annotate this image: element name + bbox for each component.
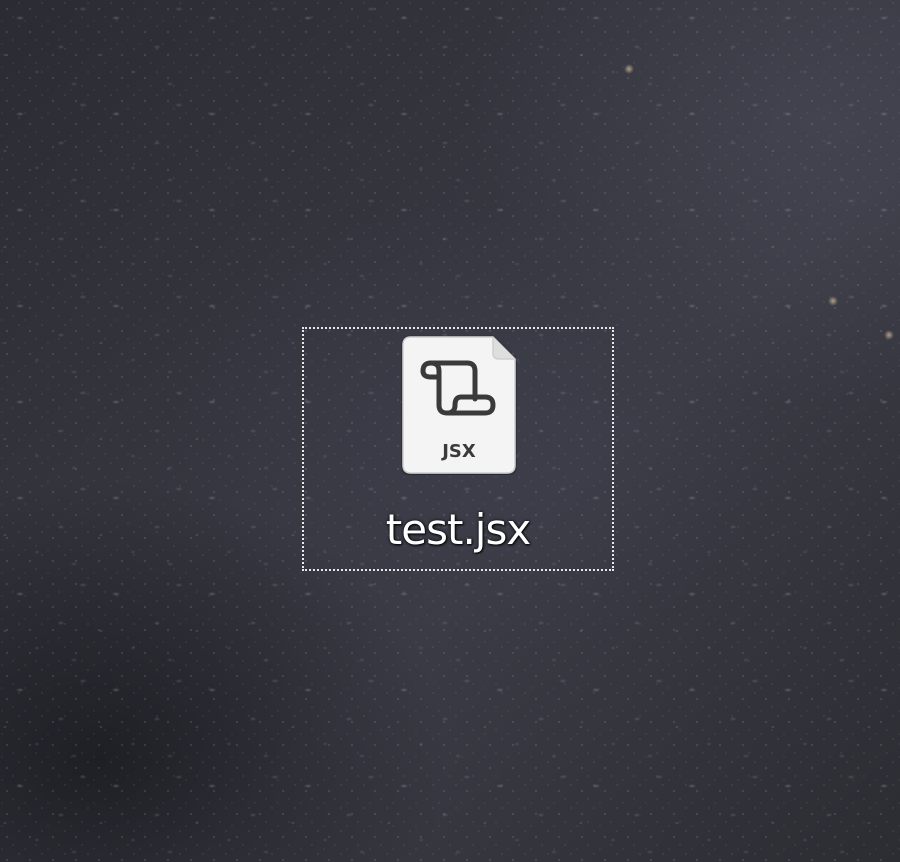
wallpaper-glint [828, 296, 838, 306]
file-badge: JSX [440, 441, 476, 462]
wallpaper-glint [624, 64, 634, 74]
desktop-wallpaper[interactable]: JSX test.jsx [0, 0, 900, 862]
desktop-icon-test-jsx[interactable]: JSX test.jsx [302, 327, 614, 571]
file-name-label: test.jsx [385, 505, 531, 554]
jsx-script-file-icon: JSX [401, 335, 517, 475]
wallpaper-glint [884, 330, 894, 340]
